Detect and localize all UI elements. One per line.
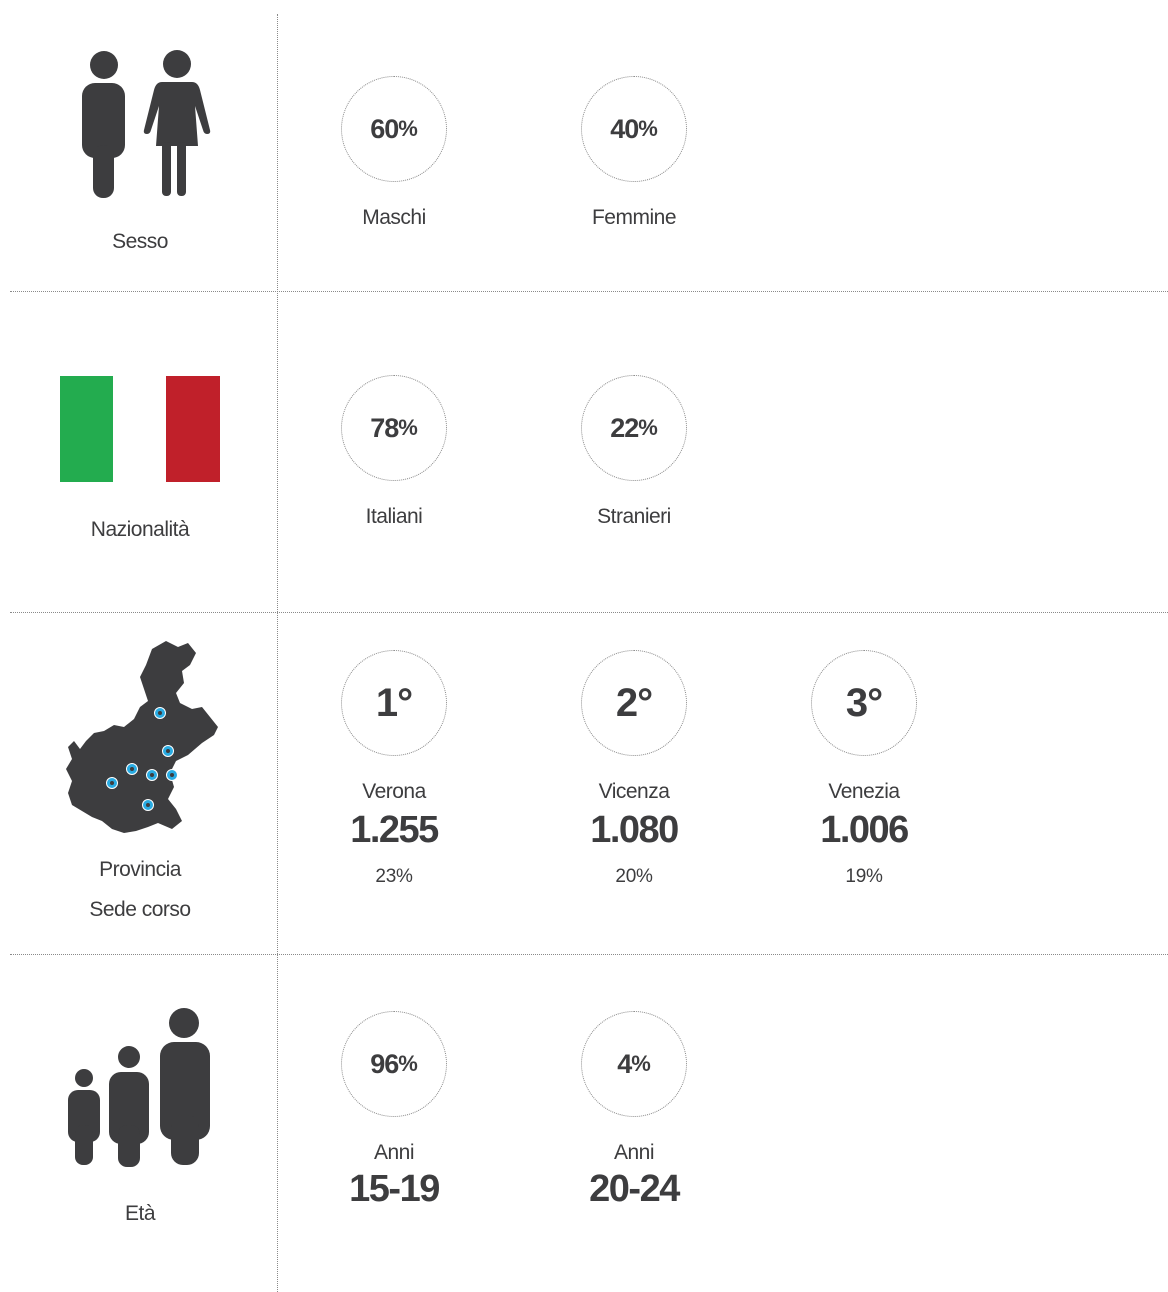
province-name: Venezia [828,780,900,803]
province-percent: 20% [615,866,653,887]
stat-unit: % [398,1051,418,1076]
stat-italiani: 78% Italiani [284,375,504,529]
province-name: Vicenza [598,780,670,803]
stat-unit: % [638,415,658,440]
province-name: Verona [362,780,426,803]
stat-circle: 96% [341,1011,447,1117]
section-nazionalita: Nazionalità 78% Italiani 22% Stranieri [0,292,1168,612]
rank-value: 3° [845,680,883,725]
category-label: Età [124,1202,156,1225]
province-count: 1.080 [590,809,679,851]
stat-label: Anni [373,1141,415,1164]
category-label: Provincia Sede corso [0,850,280,930]
category-label: Sesso [112,230,168,253]
section-eta: Età 96% Anni 15-19 4% Anni 20-24 [0,955,1168,1292]
veneto-map-icon [64,637,224,842]
stat-circle: 3° [811,650,917,756]
stat-circle: 2° [581,650,687,756]
stat-eta-15-19: 96% Anni 15-19 [284,1011,504,1211]
age-range: 15-19 [349,1168,440,1210]
stat-unit: % [638,116,658,141]
age-range: 20-24 [589,1168,680,1210]
stat-circle: 40% [581,76,687,182]
stat-value: 40 [610,113,639,144]
province-count: 1.255 [350,809,439,851]
province-percent: 23% [375,866,413,887]
stat-circle: 78% [341,375,447,481]
stat-stranieri: 22% Stranieri [524,375,744,529]
italian-flag-icon [60,376,220,487]
stat-unit: % [398,415,418,440]
stat-label: Maschi [362,206,426,229]
rank-value: 1° [375,680,413,725]
stat-value: 4 [617,1048,632,1079]
stat-label: Stranieri [597,505,671,528]
stat-value: 22 [610,412,639,443]
stat-label: Anni [613,1141,655,1164]
rank-value: 2° [615,680,653,725]
category-label: Nazionalità [90,518,190,541]
stat-circle: 60% [341,76,447,182]
stat-unit: % [631,1051,651,1076]
stat-circle: 1° [341,650,447,756]
stat-femmine: 40% Femmine [524,76,744,230]
stat-value: 60 [370,113,399,144]
stat-label: Femmine [591,206,677,229]
stat-label: Italiani [365,505,423,528]
stat-venezia: 3° Venezia 1.006 19% [754,650,974,888]
stat-maschi: 60% Maschi [284,76,504,230]
province-count: 1.006 [820,809,909,851]
stat-value: 78 [370,412,399,443]
category-label-line1: Provincia [99,858,181,881]
stat-value: 96 [370,1048,399,1079]
stat-vicenza: 2° Vicenza 1.080 20% [524,650,744,888]
section-provincia: Provincia Sede corso 1° Verona 1.255 23%… [0,613,1168,954]
man-woman-icon [82,50,212,203]
stat-unit: % [398,116,418,141]
age-groups-icon [66,1005,212,1172]
stat-verona: 1° Verona 1.255 23% [284,650,504,888]
stat-eta-20-24: 4% Anni 20-24 [524,1011,744,1211]
section-sesso: Sesso 60% Maschi 40% Femmine [0,0,1168,291]
province-percent: 19% [845,866,883,887]
category-label-line2: Sede corso [89,898,191,921]
stat-circle: 4% [581,1011,687,1117]
stat-circle: 22% [581,375,687,481]
